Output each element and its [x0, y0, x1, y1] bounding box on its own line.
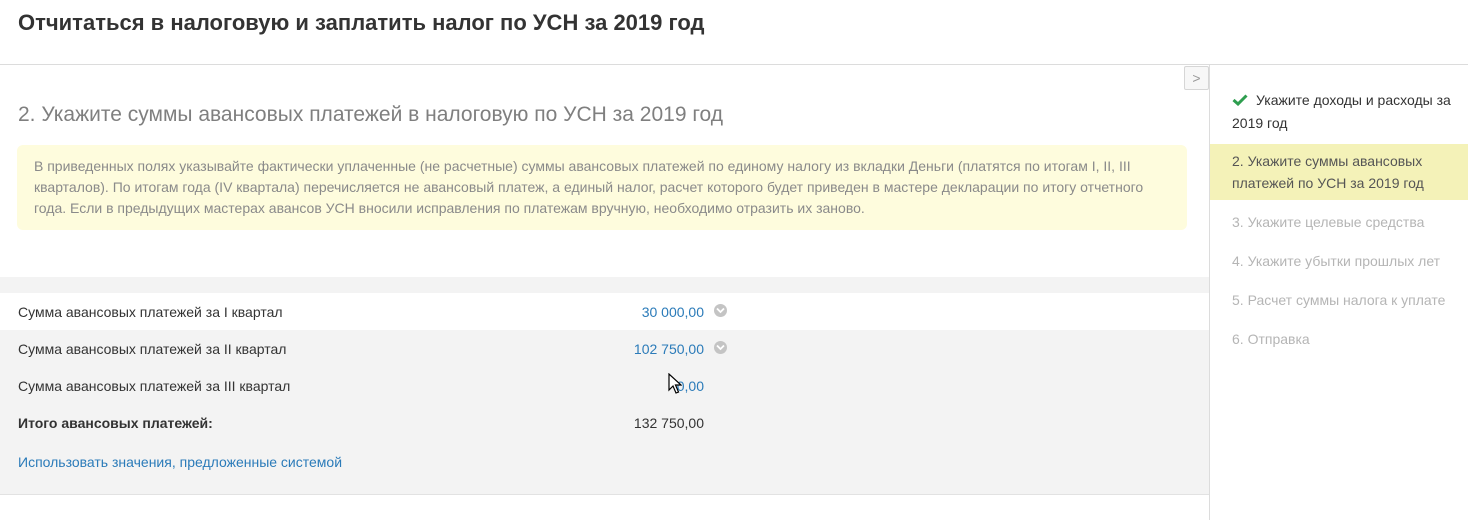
total-label: Итого авансовых платежей:	[18, 415, 213, 431]
steps-sidebar: Укажите доходы и расходы за 2019 год 2. …	[1209, 65, 1468, 520]
chevron-down-icon[interactable]	[714, 341, 727, 354]
q2-amount-field[interactable]: 102 750,00	[634, 341, 704, 357]
payment-row-q3: Сумма авансовых платежей за III квартал …	[0, 367, 1209, 404]
chevron-down-icon[interactable]	[714, 304, 727, 317]
payment-row-q2: Сумма авансовых платежей за II квартал 1…	[0, 330, 1209, 367]
mouse-cursor-icon	[668, 372, 683, 400]
step-label: 6. Отправка	[1232, 331, 1310, 347]
checkmark-icon	[1232, 90, 1248, 112]
step-label: 5. Расчет суммы налога к уплате	[1232, 292, 1446, 308]
info-box: В приведенных полях указывайте фактическ…	[17, 145, 1187, 230]
step-income-expenses[interactable]: Укажите доходы и расходы за 2019 год	[1210, 89, 1468, 134]
collapse-sidebar-button[interactable]: >	[1184, 66, 1209, 90]
total-value: 132 750,00	[633, 415, 704, 431]
main-content: > 2. Укажите суммы авансовых платежей в …	[0, 65, 1209, 520]
step-label: 4. Укажите убытки прошлых лет	[1232, 253, 1441, 269]
row-label: Сумма авансовых платежей за I квартал	[18, 304, 283, 320]
step-past-losses[interactable]: 4. Укажите убытки прошлых лет	[1210, 250, 1468, 272]
section-title: 2. Укажите суммы авансовых платежей в на…	[18, 103, 723, 126]
step-submit[interactable]: 6. Отправка	[1210, 328, 1468, 350]
use-system-values-link[interactable]: Использовать значения, предложенные сист…	[18, 454, 342, 470]
step-label: 2. Укажите суммы авансовых платежей по У…	[1232, 153, 1424, 191]
payment-row-q1: Сумма авансовых платежей за I квартал 30…	[0, 293, 1209, 330]
divider-strip	[0, 277, 1209, 293]
row-label: Сумма авансовых платежей за II квартал	[18, 341, 287, 357]
row-label: Сумма авансовых платежей за III квартал	[18, 378, 291, 394]
header: Отчитаться в налоговую и заплатить налог…	[0, 0, 1468, 65]
page-title: Отчитаться в налоговую и заплатить налог…	[18, 10, 705, 35]
step-label: Укажите доходы и расходы за 2019 год	[1232, 92, 1451, 131]
step-target-funds[interactable]: 3. Укажите целевые средства	[1210, 211, 1468, 233]
step-label: 3. Укажите целевые средства	[1232, 214, 1425, 230]
payment-total-row: Итого авансовых платежей: 132 750,00	[0, 404, 1209, 441]
q1-amount-field[interactable]: 30 000,00	[642, 304, 704, 320]
step-advance-payments[interactable]: 2. Укажите суммы авансовых платежей по У…	[1210, 144, 1468, 200]
step-tax-calculation[interactable]: 5. Расчет суммы налога к уплате	[1210, 289, 1468, 311]
